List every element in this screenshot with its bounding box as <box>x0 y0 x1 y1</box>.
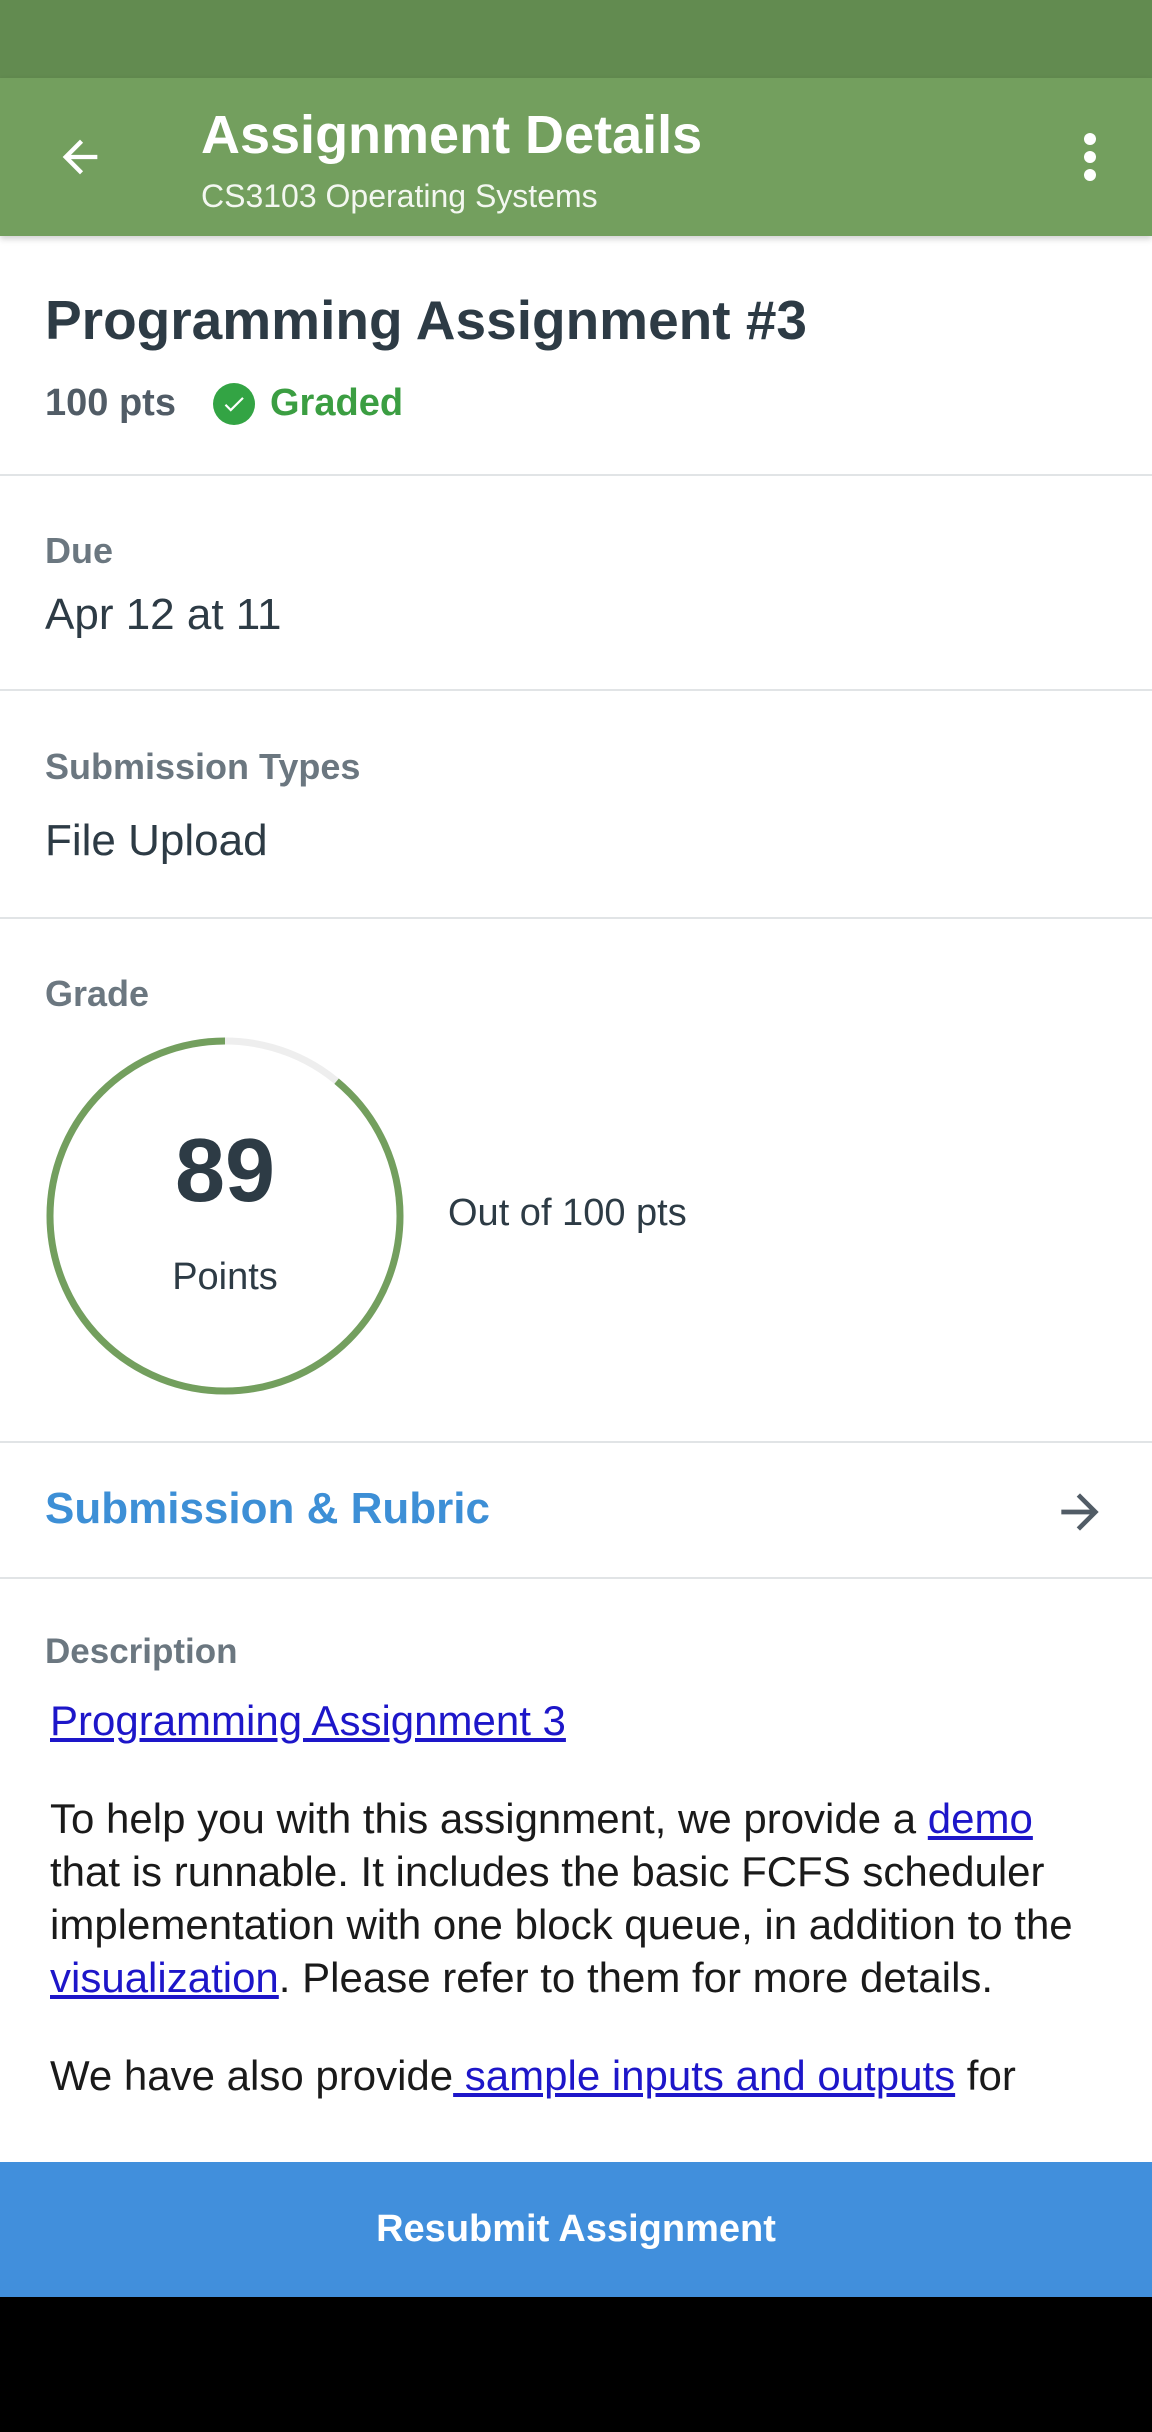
visualization-link[interactable]: visualization <box>50 1954 279 2001</box>
description-text: . Please refer to them for more details. <box>278 1954 994 2001</box>
divider <box>0 917 1152 919</box>
description-text: We have also provide <box>50 2052 454 2099</box>
toolbar: Assignment Details CS3103 Operating Syst… <box>0 78 1152 236</box>
check-circle-icon <box>213 382 255 425</box>
resubmit-button[interactable]: Resubmit Assignment <box>0 2162 1152 2297</box>
submission-rubric-link[interactable]: Submission & Rubric <box>0 1442 1152 1578</box>
divider <box>0 1577 1152 1579</box>
arrow-left-icon <box>62 139 98 175</box>
grade-out-of: Out of 100 pts <box>448 1192 687 1234</box>
due-label: Due <box>45 530 114 571</box>
back-button[interactable] <box>40 117 120 197</box>
description-text: To help you with this assignment, we pro… <box>50 1795 928 1842</box>
more-vert-icon <box>1084 133 1096 181</box>
status-label: Graded <box>270 382 404 424</box>
demo-link[interactable]: demo <box>928 1795 1033 1842</box>
description-label: Description <box>45 1632 238 1671</box>
divider <box>0 474 1152 476</box>
submission-rubric-label: Submission & Rubric <box>45 1484 490 1533</box>
assignment-points: 100 pts <box>45 382 176 424</box>
description-text: for <box>955 2052 1016 2099</box>
arrow-right-icon <box>1040 1472 1120 1552</box>
system-nav-bar <box>0 2297 1152 2432</box>
content-scroll[interactable]: Programming Assignment #3 100 pts Graded… <box>0 236 1152 2162</box>
toolbar-title: Assignment Details <box>201 105 703 165</box>
overflow-menu-button[interactable] <box>1060 117 1120 197</box>
status-bar <box>0 0 1152 78</box>
divider <box>0 689 1152 691</box>
submission-types-value: File Upload <box>45 816 268 865</box>
description-body: Programming Assignment 3 To help you wit… <box>50 1694 1110 2147</box>
toolbar-subtitle: CS3103 Operating Systems <box>201 178 598 214</box>
grade-score: 89 <box>174 1121 276 1221</box>
status-badge: Graded <box>213 382 403 425</box>
grade-score-label: Points <box>172 1256 278 1298</box>
sample-io-link[interactable]: sample inputs and outputs <box>453 2052 955 2099</box>
description-text: that is runnable. It includes the basic … <box>50 1848 1073 1948</box>
assignment-title: Programming Assignment #3 <box>45 289 808 351</box>
assignment-doc-link[interactable]: Programming Assignment 3 <box>50 1697 566 1744</box>
grade-label: Grade <box>45 973 150 1014</box>
due-value: Apr 12 at 11 <box>45 590 282 639</box>
submission-types-label: Submission Types <box>45 746 361 787</box>
